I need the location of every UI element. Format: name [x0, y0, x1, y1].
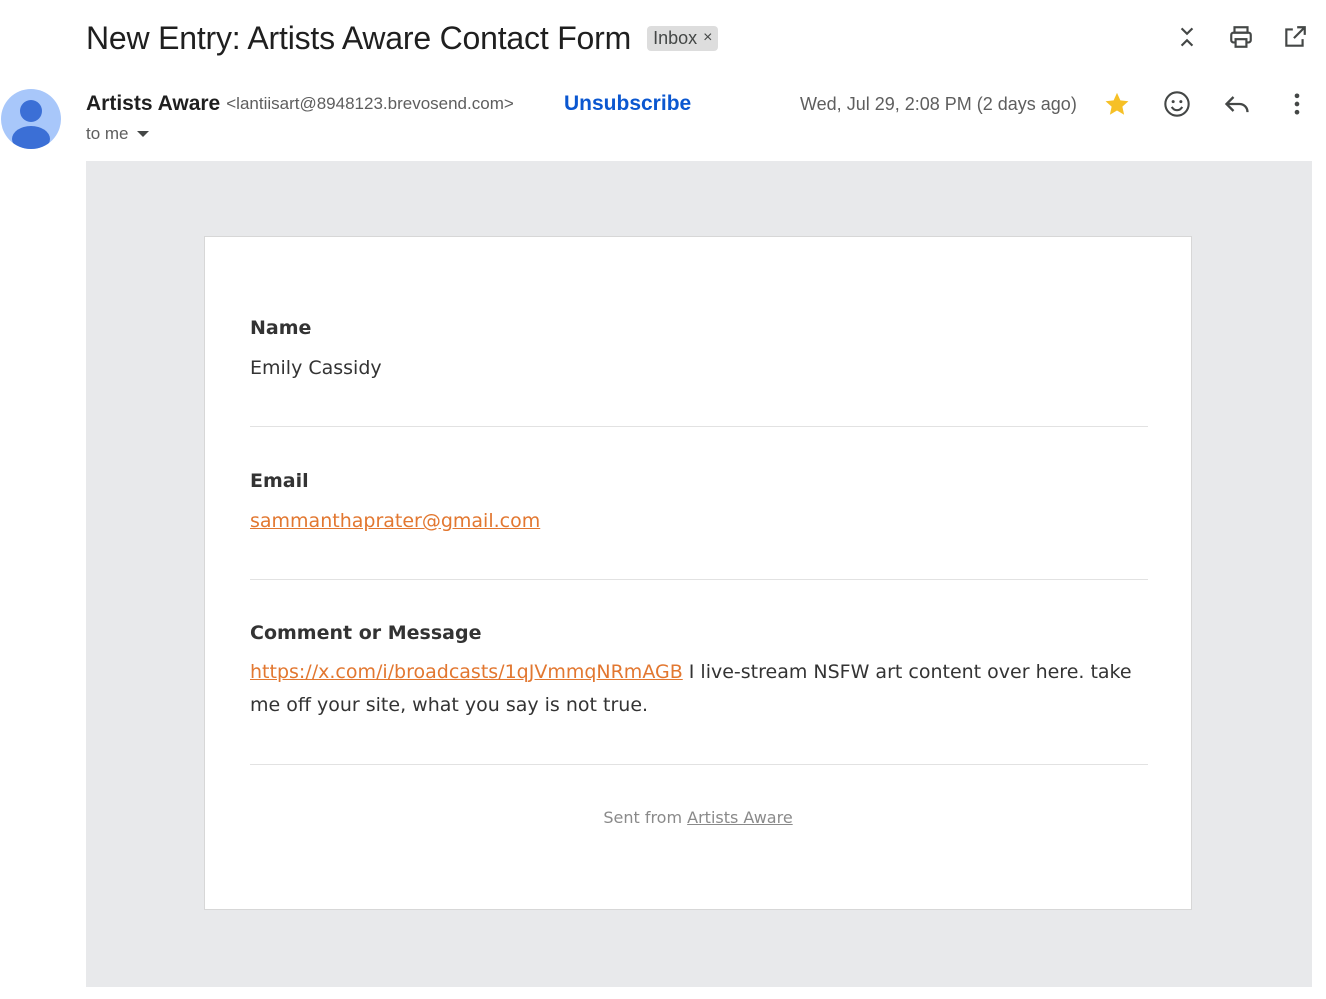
message-actions [1097, 86, 1317, 122]
email-field: Email sammanthaprater@gmail.com [250, 470, 1148, 538]
footer-prefix: Sent from [603, 808, 688, 827]
chevron-down-icon [136, 131, 149, 137]
name-label: Name [250, 317, 312, 339]
email-value-link[interactable]: sammanthaprater@gmail.com [250, 510, 540, 532]
sent-from-footer: Sent from Artists Aware [205, 808, 1191, 827]
more-options-icon[interactable] [1277, 86, 1317, 122]
name-field: Name Emily Cassidy [250, 317, 1148, 385]
recipient-details-toggle[interactable]: to me [86, 122, 149, 146]
divider [250, 579, 1148, 580]
sender-name[interactable]: Artists Aware [86, 92, 220, 116]
message-date: Wed, Jul 29, 2:08 PM (2 days ago) [800, 93, 1077, 114]
print-icon[interactable] [1224, 20, 1258, 54]
divider [250, 426, 1148, 427]
message-value: https://x.com/i/broadcasts/1qJVmmqNRmAGB… [250, 656, 1148, 722]
form-entry-card: Name Emily Cassidy Email sammanthaprater… [204, 236, 1192, 910]
sender-info: Artists Aware <lantiisart@8948123.brevos… [86, 90, 514, 118]
thread-toolbar [1170, 20, 1312, 54]
divider [250, 764, 1148, 765]
email-label: Email [250, 470, 309, 492]
footer-site-link[interactable]: Artists Aware [687, 808, 793, 827]
star-icon[interactable] [1097, 86, 1137, 122]
email-body: Name Emily Cassidy Email sammanthaprater… [86, 161, 1312, 987]
unsubscribe-link[interactable]: Unsubscribe [564, 90, 691, 118]
recipient-text: to me [86, 124, 129, 143]
message-field: Comment or Message https://x.com/i/broad… [250, 622, 1148, 722]
sender-email: <lantiisart@8948123.brevosend.com> [226, 94, 514, 113]
broadcast-link[interactable]: https://x.com/i/broadcasts/1qJVmmqNRmAGB [250, 661, 683, 683]
name-value: Emily Cassidy [250, 357, 382, 379]
remove-label-button[interactable]: × [703, 29, 712, 47]
email-subject: New Entry: Artists Aware Contact Form [86, 19, 632, 56]
reply-icon[interactable] [1217, 86, 1257, 122]
emoji-reaction-icon[interactable] [1157, 86, 1197, 122]
email-subject-row: New Entry: Artists Aware Contact Form In… [86, 16, 719, 60]
message-label: Comment or Message [250, 622, 482, 644]
open-in-new-window-icon[interactable] [1278, 20, 1312, 54]
label-text: Inbox [653, 27, 698, 48]
avatar[interactable] [1, 89, 61, 149]
inbox-label-chip[interactable]: Inbox × [647, 25, 719, 51]
expand-collapse-icon[interactable] [1170, 20, 1204, 54]
